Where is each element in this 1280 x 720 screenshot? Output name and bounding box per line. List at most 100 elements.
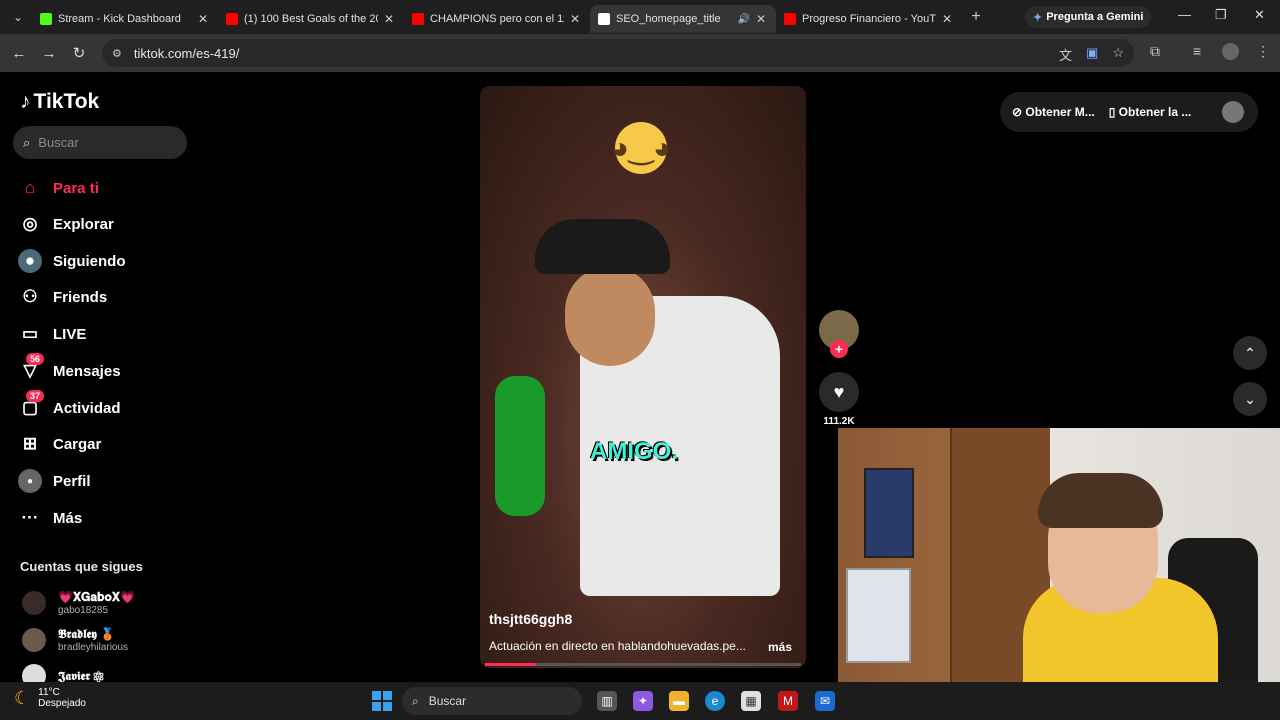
nav-label: Más [53, 509, 83, 527]
user-avatar[interactable] [1222, 101, 1244, 123]
tiktok-logo-text: TikTok [33, 90, 100, 113]
search-placeholder: Buscar [38, 135, 79, 150]
following-account[interactable]: 💗𝐗𝐆𝐚𝐛𝐨𝐗💗 gabo18285 [22, 590, 135, 616]
weather-condition: Despejado [38, 698, 86, 709]
edge-icon[interactable]: e [705, 691, 725, 711]
video-actions: + ♥ 111.2K [819, 310, 859, 427]
avatar [22, 591, 46, 615]
nav-live[interactable]: ▭ LIVE [18, 322, 86, 346]
search-icon: ⌕ [23, 134, 31, 150]
tab-youtube-progreso[interactable]: Progreso Financiero - YouTu ✕ [776, 5, 962, 33]
tab-kick[interactable]: Stream - Kick Dashboard ✕ [32, 5, 218, 33]
following-accounts-title: Cuentas que sigues [20, 559, 143, 574]
follow-plus-icon[interactable]: + [830, 340, 848, 358]
nav-label: Para ti [53, 179, 99, 197]
tab-title: SEO_homepage_title [616, 13, 721, 25]
video-player[interactable]: ◕‿◕ AMIGO. thsjtt66ggh8 Actuación en dir… [480, 86, 806, 668]
tiktok-note-icon: ♪ [20, 90, 31, 113]
like-heart-icon[interactable]: ♥ [819, 372, 859, 412]
tab-title: CHAMPIONS pero con el 11 [430, 13, 564, 25]
get-app-button[interactable]: ▯ Obtener la ... [1109, 105, 1192, 119]
profile-avatar[interactable] [1222, 43, 1239, 60]
get-coins-button[interactable]: ⊘ Obtener M... [1012, 105, 1095, 119]
copilot-icon[interactable]: ✦ [633, 691, 653, 711]
video-author[interactable]: thsjtt66ggh8 [489, 611, 572, 627]
nav-mensajes[interactable]: ▽ 56 Mensajes [18, 353, 121, 383]
cast-icon[interactable]: ▣ [1086, 45, 1098, 64]
close-tab-icon[interactable]: ✕ [754, 12, 768, 26]
next-video-chevron-down-icon[interactable]: ⌄ [1233, 382, 1267, 416]
nav-friends[interactable]: ⚇ Friends [18, 285, 107, 309]
nav-para-ti[interactable]: ⌂ Para ti [18, 176, 99, 200]
windows-start-icon[interactable] [372, 691, 392, 711]
nav-label: Explorar [53, 215, 114, 233]
video-figure-green-sleeve [495, 376, 545, 516]
youtube-favicon-icon [784, 13, 796, 25]
like-count: 111.2K [823, 416, 855, 427]
nav-cargar[interactable]: ⊞ Cargar [18, 432, 101, 456]
more-button[interactable]: más [768, 640, 792, 654]
upload-icon: ⊞ [22, 434, 38, 453]
gemini-button[interactable]: ✦ Pregunta a Gemini [1025, 6, 1152, 28]
task-view-icon[interactable]: ▥ [597, 691, 617, 711]
account-handle: bradleyhilarious [58, 642, 129, 653]
file-explorer-icon[interactable]: ▬ [669, 691, 689, 711]
store-icon[interactable]: ▦ [741, 691, 761, 711]
nav-mas[interactable]: ··· Más [18, 506, 83, 530]
search-input[interactable]: ⌕ Buscar [13, 126, 187, 159]
get-app-label: Obtener la ... [1118, 105, 1192, 119]
webcam-streamer-hair [1038, 473, 1163, 528]
tiktok-logo[interactable]: ♪ TikTok [20, 90, 99, 114]
tab-youtube-goals[interactable]: (1) 100 Best Goals of the 20 ✕ [218, 5, 404, 33]
weather-widget[interactable]: ☾ 11°C Despejado [14, 687, 86, 709]
bookmark-star-icon[interactable]: ☆ [1112, 45, 1124, 64]
new-tab-button[interactable]: + [962, 8, 990, 26]
account-name: 💗𝐗𝐆𝐚𝐛𝐨𝐗💗 [58, 590, 135, 604]
nav-explorar[interactable]: ◎ Explorar [18, 212, 114, 236]
moon-weather-icon: ☾ [14, 687, 31, 708]
mcafee-icon[interactable]: M [778, 691, 798, 711]
nav-siguiendo[interactable]: ● Siguiendo [18, 249, 126, 273]
close-tab-icon[interactable]: ✕ [196, 12, 210, 26]
close-tab-icon[interactable]: ✕ [568, 12, 582, 26]
webcam-poster [846, 568, 911, 663]
account-name: 𝕭𝖗𝖆𝖉𝖑𝖊𝖞 🥉 [58, 627, 116, 641]
extensions-icon[interactable]: ⧉ [1150, 43, 1160, 60]
media-controls-icon[interactable]: ≡ [1193, 43, 1201, 59]
address-bar[interactable]: ⚙ tiktok.com/es-419/ 文 ▣ ☆ [102, 39, 1134, 67]
gemini-star-icon: ✦ [1033, 11, 1043, 24]
close-window-icon[interactable]: ✕ [1254, 7, 1265, 23]
taskbar-search[interactable]: ⌕ Buscar [402, 687, 582, 715]
creator-avatar[interactable]: + [819, 310, 859, 358]
top-right-actions: ⊘ Obtener M... ▯ Obtener la ... [1000, 92, 1258, 132]
menu-dots-icon[interactable]: ⋮ [1256, 43, 1270, 60]
messages-icon: ▽ 56 [18, 353, 45, 383]
nav-actividad[interactable]: ▢ 37 Actividad [18, 390, 121, 420]
tab-search-icon[interactable]: ⌄ [4, 3, 32, 31]
reload-icon[interactable]: ↻ [64, 44, 94, 62]
previous-video-chevron-up-icon[interactable]: ⌃ [1233, 336, 1267, 370]
site-settings-icon[interactable]: ⚙ [112, 47, 122, 60]
forward-icon[interactable]: → [34, 45, 64, 62]
nav-perfil[interactable]: ● Perfil [18, 469, 91, 493]
close-tab-icon[interactable]: ✕ [940, 12, 954, 26]
outlook-icon[interactable]: ✉ [815, 691, 835, 711]
back-icon[interactable]: ← [4, 45, 34, 62]
video-progress-bar[interactable] [485, 663, 801, 666]
tab-youtube-champions[interactable]: CHAMPIONS pero con el 11 ✕ [404, 5, 590, 33]
youtube-favicon-icon [412, 13, 424, 25]
nav-label: LIVE [53, 325, 87, 343]
tiktok-sidebar: ♪ TikTok ⌕ Buscar ⌂ Para ti ◎ Explorar ●… [0, 72, 205, 688]
search-icon: ⌕ [412, 693, 419, 708]
tab-tiktok-active[interactable]: SEO_homepage_title 🔊 ✕ [590, 5, 776, 33]
speaker-icon[interactable]: 🔊 [738, 14, 750, 25]
translate-icon[interactable]: 文 [1059, 45, 1072, 64]
url-text: tiktok.com/es-419/ [133, 45, 240, 61]
close-tab-icon[interactable]: ✕ [382, 12, 396, 26]
nav-label: Cargar [53, 435, 102, 453]
video-description: Actuación en directo en hablandohuevadas… [489, 639, 746, 653]
maximize-icon[interactable]: ❐ [1215, 7, 1227, 23]
nav-label: Actividad [53, 399, 121, 417]
minimize-icon[interactable]: — [1178, 7, 1191, 22]
following-account[interactable]: 𝕭𝖗𝖆𝖉𝖑𝖊𝖞 🥉 bradleyhilarious [22, 627, 128, 653]
